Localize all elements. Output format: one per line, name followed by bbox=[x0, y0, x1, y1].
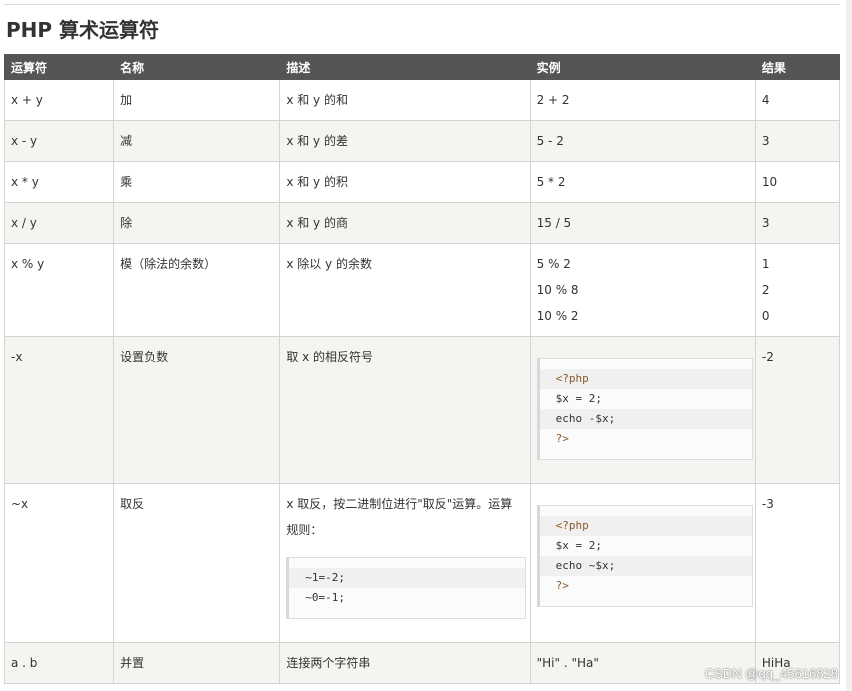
example-line: 5 % 2 bbox=[536, 257, 571, 271]
cell-result: -2 bbox=[754, 336, 841, 484]
result-line: 2 bbox=[761, 283, 770, 297]
top-divider bbox=[4, 4, 840, 5]
cell-result: 3 bbox=[754, 202, 841, 244]
table-header-row: 运算符 名称 描述 实例 结果 bbox=[3, 54, 841, 80]
code-line: ?> bbox=[555, 432, 569, 445]
table-row: ~x 取反 x 取反，按二进制位进行"取反"运算。运算规则： ~1=-2; ~0… bbox=[3, 483, 841, 643]
header-example: 实例 bbox=[529, 54, 756, 80]
code-block: <?php $x = 2; echo -$x; ?> bbox=[536, 358, 753, 460]
cell-operator: ~x bbox=[3, 483, 115, 643]
cell-example: 5 * 2 bbox=[529, 161, 756, 203]
cell-example: 15 / 5 bbox=[529, 202, 756, 244]
cell-result: 10 bbox=[754, 161, 841, 203]
cell-example: <?php $x = 2; echo ~$x; ?> bbox=[529, 483, 756, 643]
cell-description: x 除以 y 的余数 bbox=[279, 243, 531, 337]
code-line: ?> bbox=[555, 579, 569, 592]
code-line: ~0=-1; bbox=[305, 591, 346, 604]
cell-description: 连接两个字符串 bbox=[279, 642, 531, 684]
result-line: 1 bbox=[761, 257, 770, 271]
cell-result: -3 bbox=[754, 483, 841, 643]
cell-description: x 和 y 的和 bbox=[279, 79, 531, 121]
cell-description: x 和 y 的差 bbox=[279, 120, 531, 162]
page-title: PHP 算术运算符 bbox=[6, 18, 160, 42]
cell-operator: a . b bbox=[3, 642, 115, 684]
watermark: CSDN @qq_45616828 bbox=[704, 666, 838, 681]
code-line: <?php bbox=[539, 369, 752, 389]
cell-description: 取 x 的相反符号 bbox=[279, 336, 531, 484]
example-line: 10 % 2 bbox=[536, 309, 579, 323]
table-row: x * y 乘 x 和 y 的积 5 * 2 10 bbox=[3, 161, 841, 203]
cell-operator: x / y bbox=[3, 202, 115, 244]
code-line: echo -$x; bbox=[539, 409, 752, 429]
cell-name: 除 bbox=[113, 202, 281, 244]
table-row: x / y 除 x 和 y 的商 15 / 5 3 bbox=[3, 202, 841, 244]
code-block: ~1=-2; ~0=-1; bbox=[286, 557, 527, 619]
header-name: 名称 bbox=[113, 54, 281, 80]
table-row: x % y 模（除法的余数） x 除以 y 的余数 5 % 2 10 % 8 1… bbox=[3, 243, 841, 337]
table-row: x + y 加 x 和 y 的和 2 + 2 4 bbox=[3, 79, 841, 121]
cell-operator: x - y bbox=[3, 120, 115, 162]
code-line: ~1=-2; bbox=[289, 568, 526, 588]
cell-example: 2 + 2 bbox=[529, 79, 756, 121]
cell-result: 4 bbox=[754, 79, 841, 121]
cell-description: x 取反，按二进制位进行"取反"运算。运算规则： ~1=-2; ~0=-1; bbox=[279, 483, 531, 643]
header-description: 描述 bbox=[279, 54, 531, 80]
header-operator: 运算符 bbox=[3, 54, 115, 80]
cell-example: <?php $x = 2; echo -$x; ?> bbox=[529, 336, 756, 484]
cell-name: 并置 bbox=[113, 642, 281, 684]
cell-name: 乘 bbox=[113, 161, 281, 203]
cell-name: 设置负数 bbox=[113, 336, 281, 484]
cell-description: x 和 y 的商 bbox=[279, 202, 531, 244]
code-line: $x = 2; bbox=[555, 539, 602, 552]
cell-name: 减 bbox=[113, 120, 281, 162]
cell-name: 取反 bbox=[113, 483, 281, 643]
code-line: $x = 2; bbox=[555, 392, 602, 405]
result-line: 0 bbox=[761, 309, 770, 323]
cell-operator: -x bbox=[3, 336, 115, 484]
cell-name: 模（除法的余数） bbox=[113, 243, 281, 337]
header-result: 结果 bbox=[754, 54, 841, 80]
code-line: echo ~$x; bbox=[539, 556, 752, 576]
scrollbar-track[interactable] bbox=[846, 0, 852, 691]
description-text: x 取反，按二进制位进行"取反"运算。运算规则： bbox=[286, 497, 513, 537]
code-line: <?php bbox=[539, 516, 752, 536]
example-line: 10 % 8 bbox=[536, 283, 579, 297]
table-row: x - y 减 x 和 y 的差 5 - 2 3 bbox=[3, 120, 841, 162]
code-block: <?php $x = 2; echo ~$x; ?> bbox=[536, 505, 753, 607]
cell-operator: x + y bbox=[3, 79, 115, 121]
table-row: -x 设置负数 取 x 的相反符号 <?php $x = 2; echo -$x… bbox=[3, 336, 841, 484]
cell-example: 5 % 2 10 % 8 10 % 2 bbox=[529, 243, 756, 337]
operators-table: 运算符 名称 描述 实例 结果 x + y 加 x 和 y 的和 2 + 2 4… bbox=[3, 54, 841, 684]
cell-operator: x % y bbox=[3, 243, 115, 337]
cell-result: 1 2 0 bbox=[754, 243, 841, 337]
cell-example: 5 - 2 bbox=[529, 120, 756, 162]
cell-name: 加 bbox=[113, 79, 281, 121]
cell-description: x 和 y 的积 bbox=[279, 161, 531, 203]
cell-result: 3 bbox=[754, 120, 841, 162]
cell-operator: x * y bbox=[3, 161, 115, 203]
